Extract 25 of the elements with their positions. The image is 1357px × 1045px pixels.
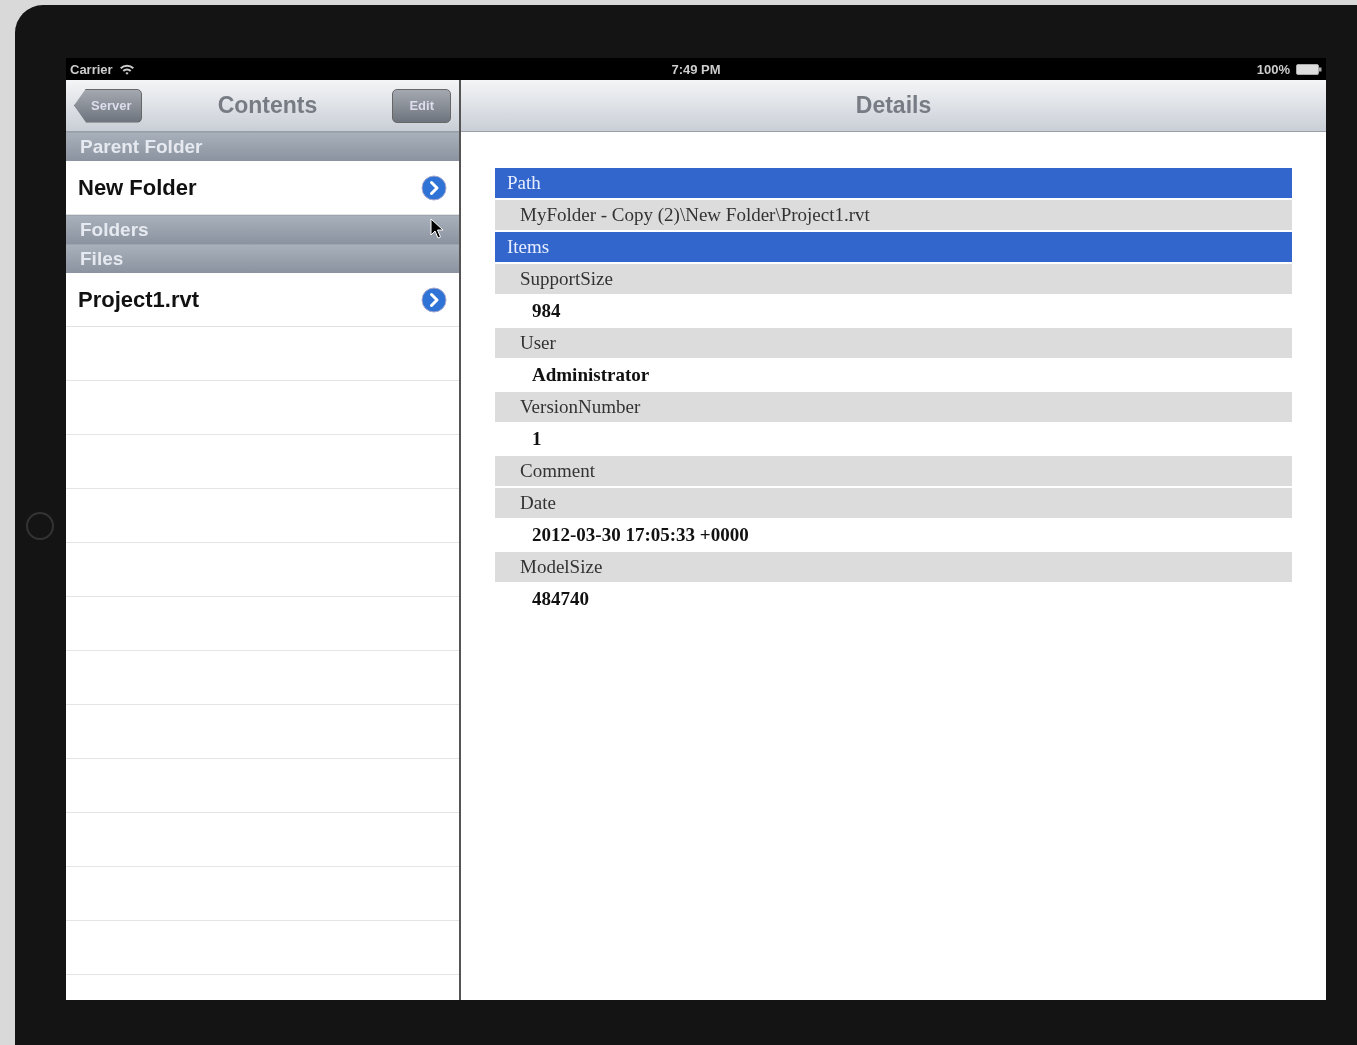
section-header: Folders <box>66 215 459 244</box>
list-item[interactable]: Project1.rvt <box>78 286 200 313</box>
battery-icon <box>1296 63 1322 75</box>
list-item[interactable]: New Folder <box>78 174 197 201</box>
disclosure-button-icon[interactable] <box>421 174 447 201</box>
section-header: Files <box>66 244 459 273</box>
home-button-icon <box>26 512 54 540</box>
section-header: Path <box>495 168 1292 198</box>
section-header: Parent Folder <box>66 132 459 161</box>
navigation-title: Details <box>855 92 932 119</box>
field-label: User <box>495 328 1292 358</box>
field-label: SupportSize <box>495 264 1292 294</box>
battery-percent-label: 100% <box>1256 61 1290 77</box>
disclosure-button-icon[interactable] <box>421 286 447 313</box>
field-label: ModelSize <box>495 552 1292 582</box>
clock-label: 7:49 PM <box>671 61 721 77</box>
section-header: Items <box>495 232 1292 262</box>
navigation-title: Contents <box>217 92 318 119</box>
field-label: MyFolder - Copy (2)\New Folder\Project1.rvt <box>495 200 1292 230</box>
field-label: VersionNumber <box>495 392 1292 422</box>
wifi-icon <box>118 63 135 75</box>
field-label: Date <box>495 488 1292 518</box>
carrier-label: Carrier <box>70 61 113 77</box>
mouse-pointer-icon <box>430 218 444 240</box>
field-label: Comment <box>495 456 1292 486</box>
